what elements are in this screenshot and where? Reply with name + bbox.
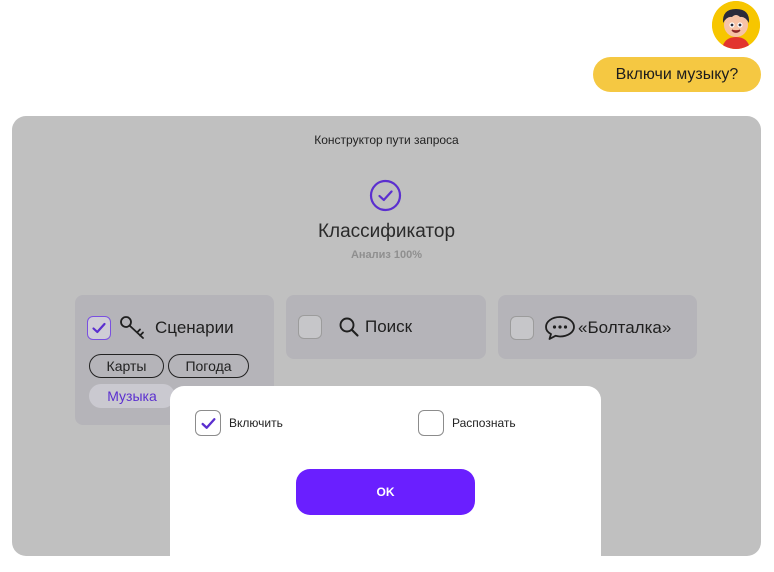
enable-label: Включить bbox=[229, 416, 283, 430]
chip-weather[interactable]: Погода bbox=[168, 354, 249, 378]
checkmark-icon bbox=[92, 322, 106, 334]
chatter-checkbox[interactable] bbox=[510, 316, 534, 340]
card-search[interactable]: Поиск bbox=[286, 295, 486, 359]
classifier-progress: Анализ 100% bbox=[350, 249, 423, 261]
scenarios-checkbox[interactable] bbox=[87, 316, 111, 340]
user-message-bubble: Включи музыку? bbox=[593, 57, 761, 92]
ok-button[interactable]: OK bbox=[296, 469, 475, 515]
check-circle-icon bbox=[369, 179, 402, 212]
classifier-title: Классификатор bbox=[317, 221, 456, 242]
user-avatar bbox=[712, 1, 760, 49]
card-search-label: Поиск bbox=[365, 317, 413, 336]
enable-checkbox[interactable] bbox=[195, 410, 221, 436]
search-checkbox[interactable] bbox=[298, 315, 322, 339]
speech-bubble-icon bbox=[545, 316, 575, 340]
option-enable[interactable]: Включить bbox=[195, 410, 283, 436]
action-modal: Включить Распознать OK bbox=[170, 386, 601, 572]
recognize-label: Распознать bbox=[452, 416, 516, 430]
chip-weather-label: Погода bbox=[185, 358, 232, 374]
option-recognize[interactable]: Распознать bbox=[418, 410, 516, 436]
chip-music[interactable]: Музыка bbox=[89, 384, 175, 408]
card-scenarios-label: Сценарии bbox=[155, 318, 234, 337]
recognize-checkbox[interactable] bbox=[418, 410, 444, 436]
card-chatter-label: «Болталка» bbox=[578, 318, 672, 337]
chip-maps[interactable]: Карты bbox=[89, 354, 164, 378]
checkmark-icon bbox=[200, 417, 216, 429]
card-chatter[interactable]: «Болталка» bbox=[498, 295, 697, 359]
search-icon bbox=[339, 317, 359, 337]
user-message-text: Включи музыку? bbox=[615, 65, 739, 83]
chip-music-label: Музыка bbox=[107, 388, 157, 404]
key-icon bbox=[120, 316, 144, 339]
chip-maps-label: Карты bbox=[106, 358, 147, 374]
panel-title: Конструктор пути запроса bbox=[314, 133, 459, 147]
